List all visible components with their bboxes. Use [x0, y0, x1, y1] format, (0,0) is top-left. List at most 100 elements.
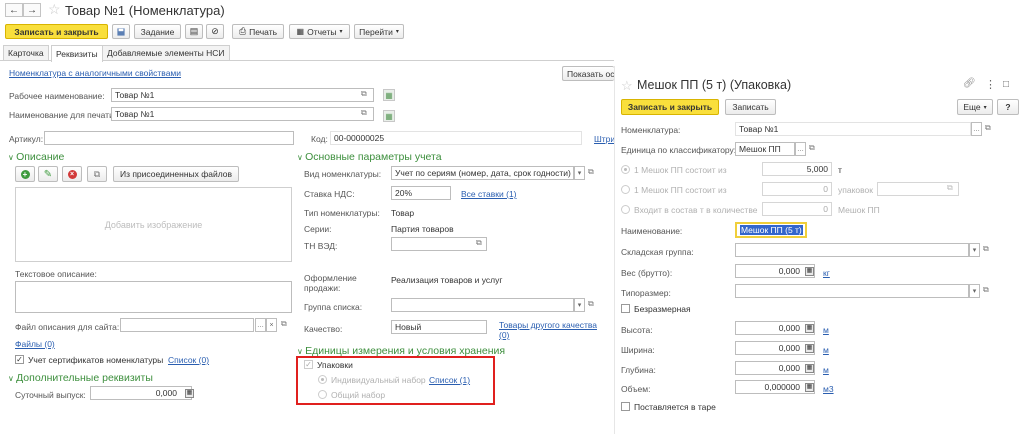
- attach-button[interactable]: ⊘: [206, 24, 224, 39]
- height-unit-link[interactable]: м: [823, 325, 829, 335]
- ratio-input-1[interactable]: 5,000: [762, 162, 832, 176]
- weight-input[interactable]: 0,000: [735, 264, 815, 278]
- weight-unit-link[interactable]: кг: [823, 268, 830, 278]
- tab-requisites[interactable]: Реквизиты: [51, 45, 103, 62]
- depth-input[interactable]: 0,000: [735, 361, 815, 375]
- daily-output-input[interactable]: 0,000: [90, 386, 192, 400]
- quality-input[interactable]: Новый: [391, 320, 487, 334]
- calculator-icon[interactable]: ▦: [805, 267, 814, 276]
- common-set-radio[interactable]: [318, 390, 327, 399]
- warehouse-dropdown-button[interactable]: ▾: [969, 243, 980, 257]
- star-icon[interactable]: ☆: [48, 1, 61, 18]
- package-more-button[interactable]: Еще ▾: [957, 99, 993, 115]
- copy-icon[interactable]: ⧉: [281, 319, 287, 329]
- edit-image-button[interactable]: ✎: [38, 166, 58, 182]
- packages-checkbox[interactable]: ✓: [304, 360, 313, 369]
- select-button[interactable]: …: [255, 318, 266, 332]
- link-icon[interactable]: 🔗︎: [963, 78, 976, 89]
- star-icon[interactable]: ☆: [621, 78, 633, 94]
- calculator-icon[interactable]: ▦: [185, 389, 194, 398]
- sizeless-checkbox[interactable]: [621, 304, 630, 313]
- classifier-input[interactable]: Мешок ПП: [735, 142, 795, 156]
- kind-dropdown-button[interactable]: ▾: [574, 166, 585, 180]
- tare-checkbox[interactable]: [621, 402, 630, 411]
- copy-icon[interactable]: ⧉: [809, 143, 815, 153]
- vat-input[interactable]: 20%: [391, 186, 451, 200]
- barcode-link[interactable]: Штри: [594, 134, 615, 144]
- size-dropdown-button[interactable]: ▾: [969, 284, 980, 298]
- forward-button[interactable]: →: [23, 3, 41, 17]
- classifier-select-button[interactable]: …: [795, 142, 806, 156]
- save-icon-button[interactable]: [112, 24, 130, 39]
- print-name-input[interactable]: Товар №1: [111, 107, 374, 121]
- copy-image-button[interactable]: ⧉: [87, 166, 107, 182]
- other-quality-link[interactable]: Товары другого качества: [499, 320, 597, 330]
- text-description-input[interactable]: [15, 281, 292, 313]
- print-button[interactable]: ⎙ Печать: [232, 24, 284, 39]
- calculator-icon[interactable]: ▦: [805, 364, 814, 373]
- goto-button[interactable]: Перейти ▾: [354, 24, 404, 39]
- translate-icon[interactable]: ▦: [383, 89, 395, 101]
- description-section-header[interactable]: ∨ Описание: [8, 151, 64, 163]
- similar-nomenclature-link[interactable]: Номенклатура с аналогичными свойствами: [9, 68, 181, 78]
- code-input[interactable]: 00-00000025: [330, 131, 582, 145]
- kind-input[interactable]: Учет по сериям (номер, дата, срок годнос…: [391, 166, 574, 180]
- name-input[interactable]: Мешок ПП (5 т): [735, 222, 807, 238]
- tab-nsi[interactable]: Добавляемые элементы НСИ: [102, 45, 230, 61]
- copy-icon[interactable]: ⧉: [588, 167, 594, 177]
- package-save-close-button[interactable]: Записать и закрыть: [621, 99, 719, 115]
- size-input[interactable]: [735, 284, 969, 298]
- copy-icon[interactable]: ⧉: [361, 89, 367, 99]
- files-link[interactable]: Файлы (0): [15, 339, 55, 349]
- delete-image-button[interactable]: ×: [62, 166, 82, 182]
- ratio-input-2[interactable]: 0: [762, 182, 832, 196]
- copy-icon[interactable]: ⧉: [985, 123, 991, 133]
- help-button[interactable]: ?: [997, 99, 1019, 115]
- task-button[interactable]: Задание: [134, 24, 181, 39]
- other-quality-count-link[interactable]: (0): [499, 330, 509, 340]
- reports-button[interactable]: ▦ Отчеты ▾: [289, 24, 350, 39]
- cert-checkbox[interactable]: ✓: [15, 355, 24, 364]
- article-input[interactable]: [44, 131, 294, 145]
- attached-files-button[interactable]: Из присоединенных файлов: [113, 166, 239, 182]
- work-name-input[interactable]: Товар №1: [111, 88, 374, 102]
- calculator-icon[interactable]: ▦: [805, 324, 814, 333]
- extra-section-header[interactable]: ∨ Дополнительные реквизиты: [8, 372, 153, 384]
- back-button[interactable]: ←: [5, 3, 23, 17]
- ratio-radio-1[interactable]: [621, 165, 630, 174]
- calculator-icon[interactable]: ▦: [805, 383, 814, 392]
- individual-list-link[interactable]: Список (1): [429, 375, 470, 385]
- all-vat-rates-link[interactable]: Все ставки (1): [461, 189, 517, 199]
- tab-card[interactable]: Карточка: [3, 45, 49, 61]
- volume-input[interactable]: 0,000000: [735, 380, 815, 394]
- volume-unit-link[interactable]: м3: [823, 384, 834, 394]
- height-input[interactable]: 0,000: [735, 321, 815, 335]
- nomenclature-input[interactable]: Товар №1: [735, 122, 971, 136]
- group-dropdown-button[interactable]: ▾: [574, 298, 585, 312]
- site-file-input[interactable]: [120, 318, 254, 332]
- save-close-button[interactable]: Записать и закрыть: [5, 24, 108, 39]
- package-save-button[interactable]: Записать: [725, 99, 776, 115]
- document-button[interactable]: ▤: [185, 24, 203, 39]
- copy-icon[interactable]: ⧉: [983, 285, 989, 295]
- ratio-radio-3[interactable]: [621, 205, 630, 214]
- show-button[interactable]: Показать ос: [562, 66, 614, 81]
- translate-icon[interactable]: ▦: [383, 110, 395, 122]
- accounting-section-header[interactable]: ∨ Основные параметры учета: [297, 151, 442, 163]
- ratio-input-3[interactable]: 0: [762, 202, 832, 216]
- window-icon[interactable]: □: [1003, 79, 1009, 90]
- ratio-radio-2[interactable]: [621, 185, 630, 194]
- tnved-input[interactable]: [391, 237, 487, 251]
- group-input[interactable]: [391, 298, 574, 312]
- depth-unit-link[interactable]: м: [823, 365, 829, 375]
- width-unit-link[interactable]: м: [823, 345, 829, 355]
- warehouse-input[interactable]: [735, 243, 969, 257]
- more-icon[interactable]: ⋮: [985, 78, 996, 91]
- copy-icon[interactable]: ⧉: [983, 244, 989, 254]
- copy-icon[interactable]: ⧉: [947, 183, 953, 193]
- width-input[interactable]: 0,000: [735, 341, 815, 355]
- copy-icon[interactable]: ⧉: [361, 108, 367, 118]
- clear-button[interactable]: ×: [266, 318, 277, 332]
- copy-icon[interactable]: ⧉: [588, 299, 594, 309]
- copy-icon[interactable]: ⧉: [476, 238, 482, 248]
